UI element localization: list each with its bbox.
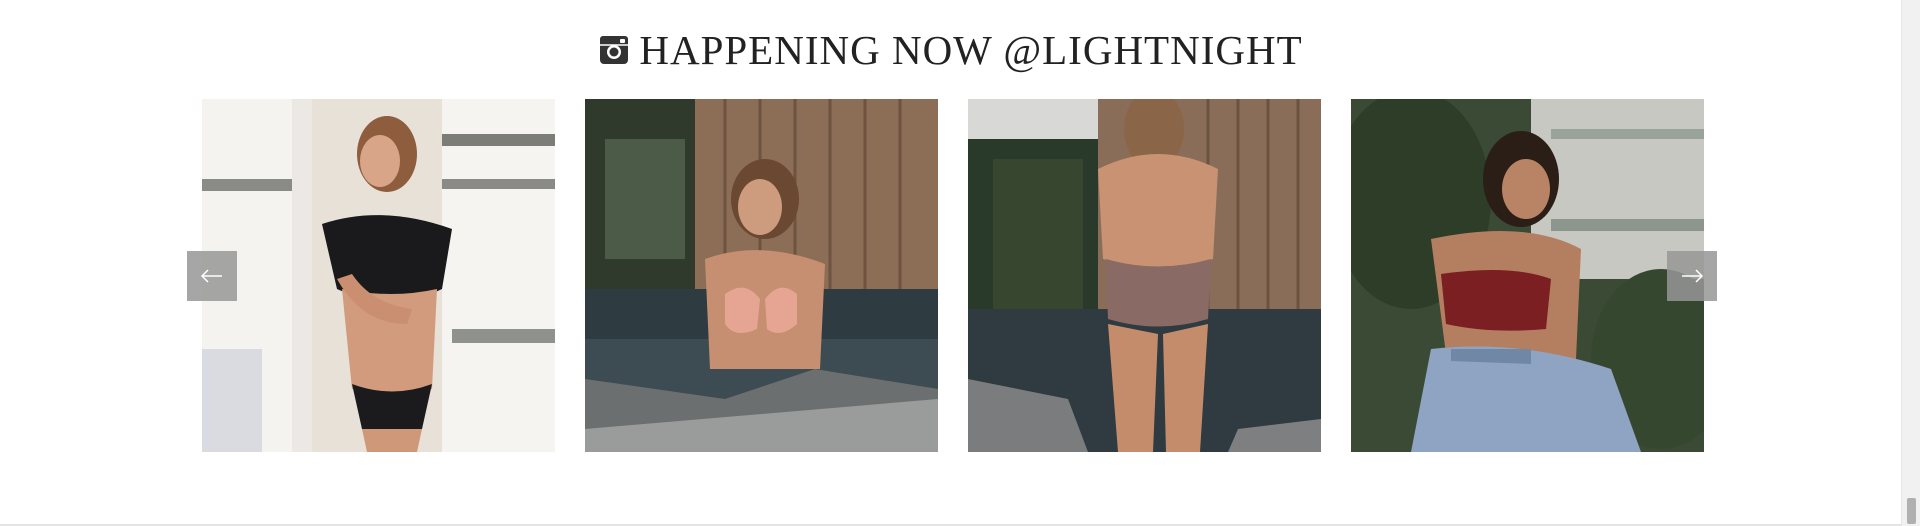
- photo-2-image: [585, 99, 938, 452]
- carousel-next-button[interactable]: [1667, 251, 1717, 301]
- arrow-left-icon: [201, 269, 222, 283]
- page-scrollbar[interactable]: [1901, 0, 1920, 526]
- arrow-right-icon: [1682, 269, 1703, 283]
- photo-1-image: [202, 99, 555, 452]
- carousel-photo-1[interactable]: [202, 99, 555, 452]
- carousel-photo-4[interactable]: [1351, 99, 1704, 452]
- section-header: HAPPENING NOW @LIGHTNIGHT: [0, 22, 1902, 78]
- carousel-photo-2[interactable]: [585, 99, 938, 452]
- instagram-carousel: [202, 99, 1704, 452]
- section-title: HAPPENING NOW @LIGHTNIGHT: [639, 26, 1303, 73]
- carousel-photo-3[interactable]: [968, 99, 1321, 452]
- instagram-icon[interactable]: [599, 35, 629, 65]
- photo-4-image: [1351, 99, 1704, 452]
- scrollbar-thumb[interactable]: [1907, 498, 1916, 524]
- photo-3-image: [968, 99, 1321, 452]
- page: HAPPENING NOW @LIGHTNIGHT: [0, 0, 1902, 526]
- carousel-prev-button[interactable]: [187, 251, 237, 301]
